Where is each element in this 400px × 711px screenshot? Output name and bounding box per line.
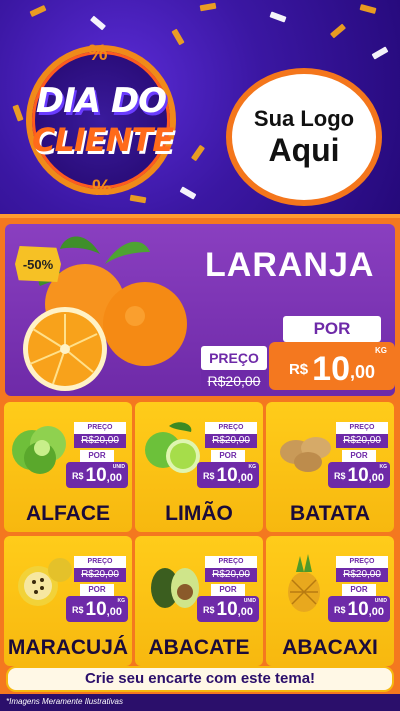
por-label: POR <box>80 450 114 462</box>
price-integer: 10 <box>347 599 369 620</box>
confetti <box>12 104 24 122</box>
currency-symbol: R$ <box>334 605 346 615</box>
price-unit: UNID <box>112 464 125 470</box>
flyer-page: DIA DO CLIENTE % % Sua Logo Aqui -50% LA… <box>0 0 400 711</box>
por-label: POR <box>211 584 245 596</box>
old-price: R$20,00 <box>336 568 388 582</box>
confetti <box>269 11 287 23</box>
price-unit: KG <box>117 598 126 604</box>
preco-label: PREÇO <box>201 346 267 370</box>
discount-badge: -50% <box>15 246 61 282</box>
currency-symbol: R$ <box>334 471 346 481</box>
price-integer: 10 <box>216 465 238 486</box>
price-integer: 10 <box>347 465 369 486</box>
product-price: R$ 10 ,00 UNID <box>66 462 128 488</box>
currency-symbol: R$ <box>288 361 309 378</box>
product-card: PREÇO R$20,00 POR R$ 10 ,00 UNID ALFACE <box>4 402 132 532</box>
logo-text-line1: Sua Logo <box>253 106 355 131</box>
confetti <box>179 186 197 200</box>
product-name: BATATA <box>289 502 371 525</box>
product-price: R$ 10 ,00 KG <box>66 596 128 622</box>
price-integer: 10 <box>216 599 238 620</box>
confetti <box>199 2 217 12</box>
logo-text-line2: Aqui <box>268 132 340 168</box>
confetti <box>171 28 185 46</box>
preco-label: PREÇO <box>205 556 257 568</box>
header: DIA DO CLIENTE % % Sua Logo Aqui <box>0 0 400 214</box>
confetti <box>359 4 377 14</box>
old-price: R$20,00 <box>201 370 267 392</box>
confetti <box>371 46 389 60</box>
product-card: PREÇO R$20,00 POR R$ 10 ,00 UNID ABACAXI <box>266 536 394 666</box>
confetti <box>329 23 347 39</box>
product-name: MARACUJÁ <box>7 636 129 659</box>
featured-product-name: LARANJA <box>205 246 375 284</box>
badge-title-line2: CLIENTE <box>32 121 174 159</box>
preco-label: PREÇO <box>336 422 388 434</box>
dia-do-cliente-badge: DIA DO CLIENTE <box>26 45 176 195</box>
preco-label: PREÇO <box>74 422 126 434</box>
product-name: LIMÃO <box>165 502 233 525</box>
preco-label: PREÇO <box>74 556 126 568</box>
old-price: R$20,00 <box>336 434 388 448</box>
logo-placeholder: Sua Logo Aqui <box>226 68 382 206</box>
price-unit: KG <box>248 464 257 470</box>
offers-area: -50% LARANJA PREÇO R$20,00 POR R$ 10 ,00… <box>0 214 400 694</box>
preco-label: PREÇO <box>205 422 257 434</box>
product-card: PREÇO R$20,00 POR R$ 10 ,00 KG MARACUJÁ <box>4 536 132 666</box>
old-price: R$20,00 <box>74 568 126 582</box>
confetti <box>129 194 147 204</box>
por-label: POR <box>342 584 376 596</box>
old-price: R$20,00 <box>74 434 126 448</box>
product-price: R$ 10 ,00 KG <box>328 462 390 488</box>
disclaimer-text: *Imagens Meramente Ilustrativas <box>6 697 123 706</box>
currency-symbol: R$ <box>203 471 215 481</box>
old-price: R$20,00 <box>205 434 257 448</box>
price-decimal: ,00 <box>237 472 253 484</box>
currency-symbol: R$ <box>203 605 215 615</box>
price-unit: UNID <box>374 598 387 604</box>
currency-symbol: R$ <box>72 605 84 615</box>
price-unit: KG <box>375 346 387 355</box>
percent-icon: % <box>88 40 108 65</box>
product-card: PREÇO R$20,00 POR R$ 10 ,00 KG LIMÃO <box>135 402 263 532</box>
por-label: POR <box>80 584 114 596</box>
preco-label: PREÇO <box>336 556 388 568</box>
price-decimal: ,00 <box>106 606 122 618</box>
product-card: PREÇO R$20,00 POR R$ 10 ,00 KG BATATA <box>266 402 394 532</box>
featured-price: R$ 10 ,00 KG <box>269 342 395 390</box>
price-decimal: ,00 <box>368 472 384 484</box>
product-name: ABACATE <box>148 636 250 659</box>
product-price: R$ 10 ,00 KG <box>197 462 259 488</box>
por-label: POR <box>211 450 245 462</box>
price-integer: 10 <box>85 465 107 486</box>
product-card: PREÇO R$20,00 POR R$ 10 ,00 UNID ABACATE <box>135 536 263 666</box>
price-decimal: ,00 <box>237 606 253 618</box>
price-unit: UNID <box>243 598 256 604</box>
price-integer: 10 <box>85 599 107 620</box>
old-price: R$20,00 <box>205 568 257 582</box>
por-label: POR <box>342 450 376 462</box>
price-decimal: ,00 <box>349 362 376 382</box>
confetti <box>190 144 206 162</box>
product-price: R$ 10 ,00 UNID <box>328 596 390 622</box>
percent-icon: % <box>92 175 112 200</box>
cta-banner: Crie seu encarte com este tema! <box>6 666 394 692</box>
confetti <box>89 15 107 31</box>
por-label: POR <box>283 316 381 342</box>
featured-offer: -50% LARANJA PREÇO R$20,00 POR R$ 10 ,00… <box>5 224 395 396</box>
badge-title-line1: DIA DO <box>35 81 167 121</box>
currency-symbol: R$ <box>72 471 84 481</box>
price-integer: 10 <box>312 350 350 388</box>
product-price: R$ 10 ,00 UNID <box>197 596 259 622</box>
product-name: ALFACE <box>26 502 110 525</box>
price-decimal: ,00 <box>106 472 122 484</box>
product-name: ABACAXI <box>282 636 378 659</box>
price-unit: KG <box>379 464 388 470</box>
price-decimal: ,00 <box>368 606 384 618</box>
confetti <box>29 4 47 18</box>
